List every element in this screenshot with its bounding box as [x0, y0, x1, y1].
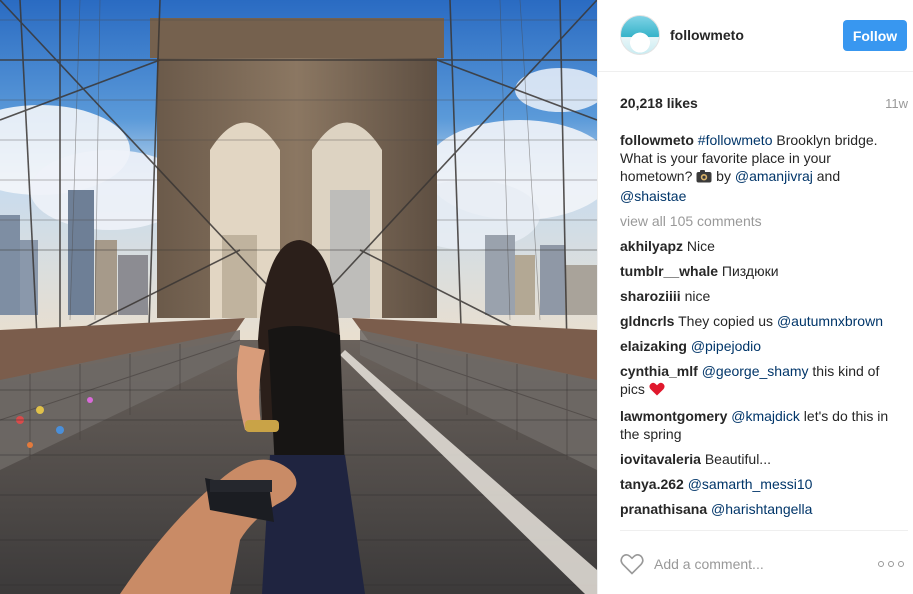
comment-user[interactable]: tanya.262	[620, 476, 684, 492]
comment-text: Nice	[683, 238, 715, 254]
comment-text: They copied us	[674, 313, 777, 329]
likes-count[interactable]: 20,218 likes	[620, 95, 698, 111]
caption-user[interactable]: followmeto	[620, 132, 694, 148]
list-item: lawmontgomery @kmajdick let's do this in…	[620, 407, 896, 443]
comment-user[interactable]: lawmontgomery	[620, 408, 727, 424]
post-side-panel: followmeto Follow 20,218 likes 11w follo…	[597, 0, 913, 594]
hashtag-link[interactable]: #followmeto	[698, 132, 773, 148]
brooklyn-bridge-scene	[0, 0, 597, 594]
list-item: tanya.262 @samarth_messi10	[620, 475, 896, 493]
follow-button[interactable]: Follow	[843, 20, 907, 51]
comment-text: Beautiful...	[700, 451, 771, 467]
post-stats: 20,218 likes 11w	[620, 93, 908, 115]
more-options-icon[interactable]	[878, 561, 904, 569]
list-item: pranathisana @harishtangella	[620, 500, 896, 518]
comment-user[interactable]: cynthia_mlf	[620, 363, 698, 379]
post-time[interactable]: 11w	[885, 96, 908, 111]
list-item: cynthia_mlf @george_shamy this kind of p…	[620, 362, 896, 400]
comment-user[interactable]: iovitavaleria	[620, 451, 701, 467]
mention-link[interactable]: @george_shamy	[702, 363, 809, 379]
comment-user[interactable]: sharoziiii	[620, 288, 681, 304]
avatar[interactable]	[620, 15, 660, 55]
username[interactable]: followmeto	[670, 27, 744, 43]
mention-link[interactable]: @samarth_messi10	[688, 476, 813, 492]
mention-link[interactable]: @pipejodio	[691, 338, 761, 354]
post-header: followmeto Follow	[598, 0, 913, 72]
add-comment-row	[620, 530, 908, 594]
add-comment-input[interactable]	[654, 551, 864, 577]
view-all-comments-link[interactable]: view all 105 comments	[620, 212, 896, 230]
comment-user[interactable]: akhilyapz	[620, 238, 683, 254]
comment-user[interactable]: elaizaking	[620, 338, 687, 354]
mention-link[interactable]: @kmajdick	[731, 408, 800, 424]
list-item: tumblr__whale Пиздюки	[620, 262, 896, 280]
camera-emoji-icon	[696, 169, 712, 187]
red-heart-emoji-icon	[649, 382, 665, 400]
list-item: sharoziiii nice	[620, 287, 896, 305]
heart-outline-icon[interactable]	[620, 553, 644, 575]
comment-user[interactable]: tumblr__whale	[620, 263, 718, 279]
mention-link[interactable]: @shaistae	[620, 188, 686, 204]
list-item: akhilyapz Nice	[620, 237, 896, 255]
comment-user[interactable]: pranathisana	[620, 501, 707, 517]
mention-link[interactable]: @autumnxbrown	[777, 313, 883, 329]
post-photo	[0, 0, 597, 594]
comments-list: followmeto #followmeto Brooklyn bridge. …	[620, 131, 896, 529]
mention-link[interactable]: @harishtangella	[711, 501, 812, 517]
caption-by: by	[712, 168, 735, 184]
list-item: gldncrls They copied us @autumnxbrown	[620, 312, 896, 330]
comment-text: Пиздюки	[718, 263, 779, 279]
caption: followmeto #followmeto Brooklyn bridge. …	[620, 131, 896, 205]
caption-and: and	[812, 168, 841, 184]
comment-text: nice	[680, 288, 711, 304]
list-item: iovitavaleria Beautiful...	[620, 450, 896, 468]
comment-user[interactable]: gldncrls	[620, 313, 674, 329]
mention-link[interactable]: @amanjivraj	[735, 168, 813, 184]
list-item: elaizaking @pipejodio	[620, 337, 896, 355]
